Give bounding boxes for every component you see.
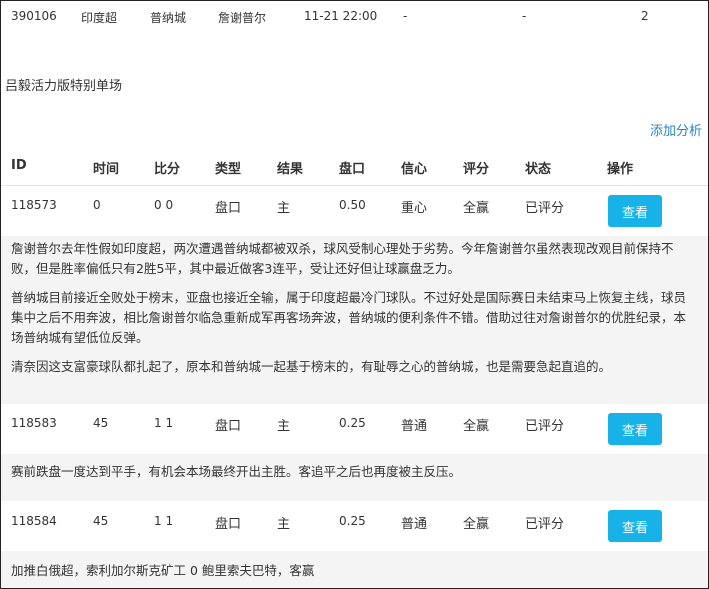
row-type: 盘口: [215, 517, 242, 532]
row-result: 主: [277, 517, 291, 532]
match-col6: -: [522, 9, 527, 23]
row-handicap: 0.25: [339, 514, 366, 528]
table-row: 118584 45 1 1 盘口 主 0.25 普通 全赢 已评分 查看: [1, 501, 708, 551]
row-time: 45: [93, 514, 109, 528]
header-result: 结果: [277, 162, 304, 177]
row-confidence: 普通: [401, 517, 428, 532]
note-paragraph: 普纳城目前接近全败处于榜末，亚盘也接近全输，属于印度超最冷门球队。不过好处是国际…: [11, 290, 687, 345]
row-note: 加推白俄超，索利加尔斯克矿工 0 鲍里索夫巴特，客赢: [1, 551, 708, 588]
match-league: 印度超: [81, 11, 118, 25]
table-row: 118573 0 0 0 盘口 主 0.50 重心 全赢 已评分 查看: [1, 186, 708, 236]
row-note: 赛前跌盘一度达到平手，有机会本场最终开出主胜。客追平之后也再度被主反压。: [1, 454, 708, 501]
match-away-team: 詹谢普尔: [218, 11, 267, 25]
row-status: 已评分: [525, 419, 565, 434]
page-frame: 390106 印度超 普纳城 詹谢普尔 11-21 22:00 - - 2 吕毅…: [0, 0, 709, 589]
row-score: 1 1: [154, 514, 174, 528]
header-time: 时间: [93, 162, 120, 177]
header-id: ID: [11, 158, 27, 173]
row-note: 詹谢普尔去年性假如印度超，两次遭遇普纳城都被双杀，球风受制心理处于劣势。今年詹谢…: [1, 236, 708, 404]
row-status: 已评分: [525, 201, 565, 216]
row-confidence: 重心: [401, 201, 428, 216]
section-title: 吕毅活力版特别单场: [5, 79, 123, 94]
row-type: 盘口: [215, 419, 242, 434]
row-score: 0 0: [154, 198, 174, 212]
table-header: ID 时间 比分 类型 结果 盘口 信心 评分 状态 操作: [1, 147, 708, 186]
header-confidence: 信心: [401, 162, 428, 177]
row-status: 已评分: [525, 517, 565, 532]
header-status: 状态: [525, 162, 552, 177]
row-rating: 全赢: [463, 517, 490, 532]
view-button[interactable]: 查看: [608, 510, 662, 542]
row-time: 45: [93, 416, 109, 430]
row-handicap: 0.25: [339, 416, 366, 430]
row-rating: 全赢: [463, 419, 490, 434]
row-handicap: 0.50: [339, 198, 366, 212]
note-paragraph: 詹谢普尔去年性假如印度超，两次遭遇普纳城都被双杀，球风受制心理处于劣势。今年詹谢…: [11, 241, 674, 276]
note-paragraph: 清奈因这支富豪球队都扎起了，原本和普纳城一起基于榜末的，有耻辱之心的普纳城，也是…: [11, 359, 612, 374]
row-score: 1 1: [154, 416, 174, 430]
row-id: 118573: [11, 198, 57, 212]
note-paragraph: 赛前跌盘一度达到平手，有机会本场最终开出主胜。客追平之后也再度被主反压。: [11, 464, 462, 479]
row-rating: 全赢: [463, 201, 490, 216]
header-handicap: 盘口: [339, 162, 366, 177]
match-time: 11-21 22:00: [304, 9, 378, 23]
match-count: 2: [641, 9, 649, 23]
row-result: 主: [277, 201, 291, 216]
view-button[interactable]: 查看: [608, 195, 662, 227]
view-button[interactable]: 查看: [608, 413, 662, 445]
row-id: 118584: [11, 514, 57, 528]
table-row: 118583 45 1 1 盘口 主 0.25 普通 全赢 已评分 查看: [1, 404, 708, 454]
match-home-team: 普纳城: [150, 11, 187, 25]
header-rating: 评分: [463, 162, 490, 177]
match-id: 390106: [11, 9, 57, 23]
row-id: 118583: [11, 416, 57, 430]
match-row: 390106 印度超 普纳城 詹谢普尔 11-21 22:00 - - 2: [1, 1, 708, 31]
row-confidence: 普通: [401, 419, 428, 434]
row-type: 盘口: [215, 201, 242, 216]
row-result: 主: [277, 419, 291, 434]
header-action: 操作: [607, 162, 634, 177]
note-paragraph: 加推白俄超，索利加尔斯克矿工 0 鲍里索夫巴特，客赢: [11, 563, 315, 578]
header-type: 类型: [215, 162, 242, 177]
header-score: 比分: [154, 162, 181, 177]
row-time: 0: [93, 198, 101, 212]
add-analysis-link[interactable]: 添加分析: [650, 120, 702, 139]
match-col5: -: [403, 9, 408, 23]
